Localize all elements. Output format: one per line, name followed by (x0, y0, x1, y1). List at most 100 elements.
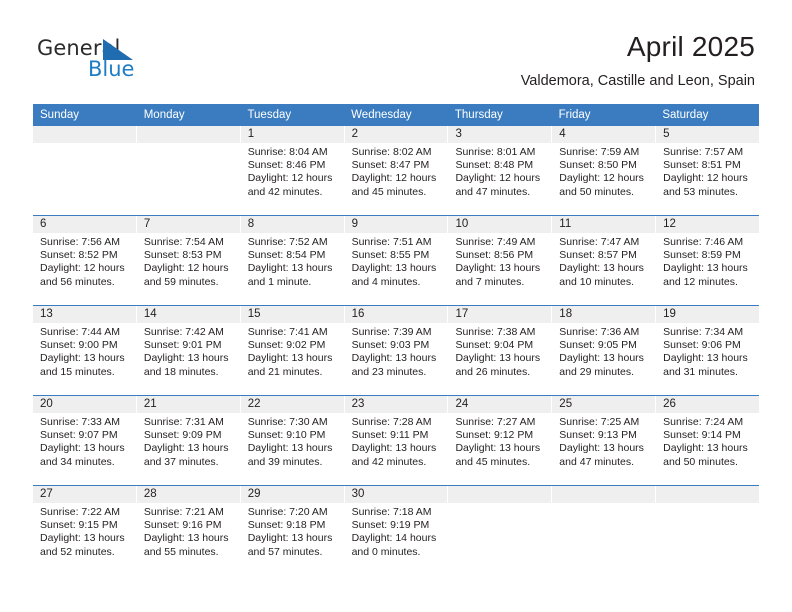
daylight-text-line2: and 50 minutes. (663, 455, 738, 468)
calendar-day-cell[interactable]: 21 Sunrise: 7:31 AM Sunset: 9:09 PM Dayligh… (136, 396, 241, 485)
calendar-day-cell[interactable]: 4 Sunrise: 7:59 AM Sunset: 8:50 PM Daylight… (552, 126, 657, 215)
daylight-text-line2: and 12 minutes. (663, 275, 738, 288)
calendar-day-cell[interactable]: 1 Sunrise: 8:04 AM Sunset: 8:46 PM Daylight… (240, 126, 345, 215)
daylight-text-line1: Daylight: 13 hours (455, 442, 541, 455)
sunset-text: Sunset: 9:07 PM (40, 429, 118, 442)
sunrise-text: Sunrise: 7:52 AM (247, 236, 328, 248)
calendar-day-cell[interactable]: 2 Sunrise: 8:02 AM Sunset: 8:47 PM Daylight… (344, 126, 449, 215)
sunset-text: Sunset: 8:52 PM (40, 249, 118, 262)
calendar-day-cell[interactable]: 20 Sunrise: 7:33 AM Sunset: 9:07 PM Dayligh… (33, 396, 137, 485)
sunrise-text: Sunrise: 7:25 AM (559, 416, 640, 428)
sunrise-text: Sunrise: 7:51 AM (351, 236, 432, 248)
daylight-text-line2: and 42 minutes. (351, 455, 427, 468)
sunset-text: Sunset: 9:09 PM (143, 429, 222, 442)
calendar-day-cell[interactable]: 17 Sunrise: 7:38 AM Sunset: 9:04 PM Dayligh… (448, 306, 553, 395)
daylight-text-line2: and 7 minutes. (455, 275, 525, 288)
sunrise-text: Sunrise: 7:47 AM (559, 236, 640, 248)
daylight-text-line1: Daylight: 14 hours (351, 532, 437, 545)
calendar-day-cell[interactable]: 23 Sunrise: 7:28 AM Sunset: 9:11 PM Dayligh… (344, 396, 449, 485)
daylight-text-line1: Daylight: 13 hours (143, 352, 229, 365)
calendar-day-cell[interactable]: 12 Sunrise: 7:46 AM Sunset: 8:59 PM Dayligh… (656, 216, 760, 305)
sunrise-text: Sunrise: 7:28 AM (351, 416, 432, 428)
sunset-text: Sunset: 8:59 PM (663, 249, 741, 262)
calendar-week-row: 27 Sunrise: 7:22 AM Sunset: 9:15 PM Dayligh… (33, 485, 760, 575)
calendar-day-cell[interactable]: 15 Sunrise: 7:41 AM Sunset: 9:02 PM Dayligh… (240, 306, 345, 395)
sunrise-text: Sunrise: 7:56 AM (40, 236, 120, 248)
calendar-day-cell[interactable]: 30 Sunrise: 7:18 AM Sunset: 9:19 PM Dayligh… (344, 486, 449, 575)
calendar-day-cell[interactable]: 11 Sunrise: 7:47 AM Sunset: 8:57 PM Dayligh… (552, 216, 657, 305)
day-details: Sunrise: 7:21 AM Sunset: 9:16 PM Daylight:… (137, 503, 240, 559)
page-header: General Blue April 2025 Valdemora, Casti… (0, 0, 792, 100)
calendar-day-cell[interactable]: 14 Sunrise: 7:42 AM Sunset: 9:01 PM Dayligh… (136, 306, 241, 395)
day-details: Sunrise: 7:34 AM Sunset: 9:06 PM Daylight:… (656, 323, 759, 379)
calendar-day-cell[interactable]: 26 Sunrise: 7:24 AM Sunset: 9:14 PM Dayligh… (656, 396, 760, 485)
sunrise-text: Sunrise: 7:22 AM (40, 506, 120, 518)
sunrise-text: Sunrise: 7:46 AM (663, 236, 744, 248)
calendar-day-cell[interactable]: 24 Sunrise: 7:27 AM Sunset: 9:12 PM Dayligh… (448, 396, 553, 485)
day-details: Sunrise: 7:22 AM Sunset: 9:15 PM Daylight:… (33, 503, 136, 559)
calendar-weeks: 1 Sunrise: 8:04 AM Sunset: 8:46 PM Daylight… (33, 126, 760, 575)
daylight-text-line2: and 15 minutes. (40, 365, 115, 378)
day-details: Sunrise: 7:27 AM Sunset: 9:12 PM Daylight:… (448, 413, 551, 469)
weekday-header-saturday: Saturday (662, 109, 709, 121)
daylight-text-line2: and 26 minutes. (455, 365, 531, 378)
day-number: 22 (240, 396, 344, 413)
calendar-day-cell[interactable]: 8 Sunrise: 7:52 AM Sunset: 8:54 PM Daylight… (240, 216, 345, 305)
daylight-text-line1: Daylight: 13 hours (663, 262, 748, 275)
weekday-header-sunday: Sunday (40, 109, 80, 121)
calendar-day-cell[interactable]: 13 Sunrise: 7:44 AM Sunset: 9:00 PM Dayligh… (33, 306, 137, 395)
daylight-text-line2: and 52 minutes. (40, 545, 115, 558)
sunset-text: Sunset: 8:47 PM (351, 159, 430, 172)
day-details: Sunrise: 8:01 AM Sunset: 8:48 PM Daylight:… (448, 143, 551, 199)
calendar-day-cell[interactable]: 22 Sunrise: 7:30 AM Sunset: 9:10 PM Dayligh… (240, 396, 345, 485)
calendar-day-cell[interactable]: 10 Sunrise: 7:49 AM Sunset: 8:56 PM Dayligh… (448, 216, 553, 305)
calendar-day-cell[interactable]: 25 Sunrise: 7:25 AM Sunset: 9:13 PM Dayligh… (552, 396, 657, 485)
daylight-text-line1: Daylight: 13 hours (559, 262, 644, 275)
calendar-grid: Sunday Monday Tuesday Wednesday Thursday… (33, 104, 760, 575)
calendar-day-cell[interactable]: 28 Sunrise: 7:21 AM Sunset: 9:16 PM Dayligh… (136, 486, 241, 575)
calendar-day-cell[interactable]: 5 Sunrise: 7:57 AM Sunset: 8:51 PM Daylight… (656, 126, 760, 215)
calendar-day-cell[interactable]: 18 Sunrise: 7:36 AM Sunset: 9:05 PM Dayligh… (552, 306, 657, 395)
daylight-text-line2: and 50 minutes. (559, 185, 635, 198)
sunrise-text: Sunrise: 7:49 AM (455, 236, 536, 248)
daylight-text-line2: and 39 minutes. (247, 455, 323, 468)
day-number: 21 (136, 396, 240, 413)
calendar-day-cell[interactable]: 9 Sunrise: 7:51 AM Sunset: 8:55 PM Daylight… (344, 216, 449, 305)
day-number: 16 (344, 306, 448, 323)
day-details: Sunrise: 7:38 AM Sunset: 9:04 PM Daylight:… (448, 323, 551, 379)
daylight-text-line2: and 53 minutes. (663, 185, 738, 198)
calendar-day-cell[interactable]: 3 Sunrise: 8:01 AM Sunset: 8:48 PM Daylight… (448, 126, 553, 215)
day-details: Sunrise: 7:41 AM Sunset: 9:02 PM Daylight:… (241, 323, 344, 379)
sunrise-text: Sunrise: 8:02 AM (351, 146, 432, 158)
day-number: 4 (552, 126, 656, 143)
calendar-day-cell-empty (136, 126, 241, 215)
daylight-text-line2: and 29 minutes. (559, 365, 635, 378)
day-details: Sunrise: 8:02 AM Sunset: 8:47 PM Daylight:… (345, 143, 448, 199)
daylight-text-line1: Daylight: 12 hours (663, 172, 748, 185)
calendar-page: General Blue April 2025 Valdemora, Casti… (0, 0, 792, 612)
calendar-day-cell[interactable]: 7 Sunrise: 7:54 AM Sunset: 8:53 PM Daylight… (136, 216, 241, 305)
sunrise-text: Sunrise: 7:54 AM (143, 236, 224, 248)
sunrise-text: Sunrise: 7:42 AM (143, 326, 224, 338)
sunset-text: Sunset: 8:51 PM (663, 159, 741, 172)
brand-logo[interactable]: General Blue (37, 36, 217, 82)
calendar-day-cell[interactable]: 6 Sunrise: 7:56 AM Sunset: 8:52 PM Daylight… (33, 216, 137, 305)
calendar-day-cell[interactable]: 29 Sunrise: 7:20 AM Sunset: 9:18 PM Dayligh… (240, 486, 345, 575)
daylight-text-line2: and 31 minutes. (663, 365, 738, 378)
calendar-day-cell-empty (448, 486, 553, 575)
sunrise-text: Sunrise: 7:59 AM (559, 146, 640, 158)
weekday-header-friday: Friday (558, 109, 591, 121)
daylight-text-line2: and 23 minutes. (351, 365, 427, 378)
day-number: 19 (656, 306, 760, 323)
daylight-text-line1: Daylight: 13 hours (143, 442, 229, 455)
sunrise-text: Sunrise: 7:30 AM (247, 416, 328, 428)
calendar-day-cell[interactable]: 19 Sunrise: 7:34 AM Sunset: 9:06 PM Dayligh… (656, 306, 760, 395)
daylight-text-line1: Daylight: 12 hours (40, 262, 125, 275)
day-number (136, 126, 240, 143)
sunset-text: Sunset: 8:55 PM (351, 249, 430, 262)
calendar-day-cell[interactable]: 16 Sunrise: 7:39 AM Sunset: 9:03 PM Dayligh… (344, 306, 449, 395)
sunset-text: Sunset: 8:54 PM (247, 249, 326, 262)
daylight-text-line1: Daylight: 13 hours (455, 352, 541, 365)
calendar-week-row: 20 Sunrise: 7:33 AM Sunset: 9:07 PM Dayligh… (33, 395, 760, 485)
calendar-day-cell[interactable]: 27 Sunrise: 7:22 AM Sunset: 9:15 PM Dayligh… (33, 486, 137, 575)
